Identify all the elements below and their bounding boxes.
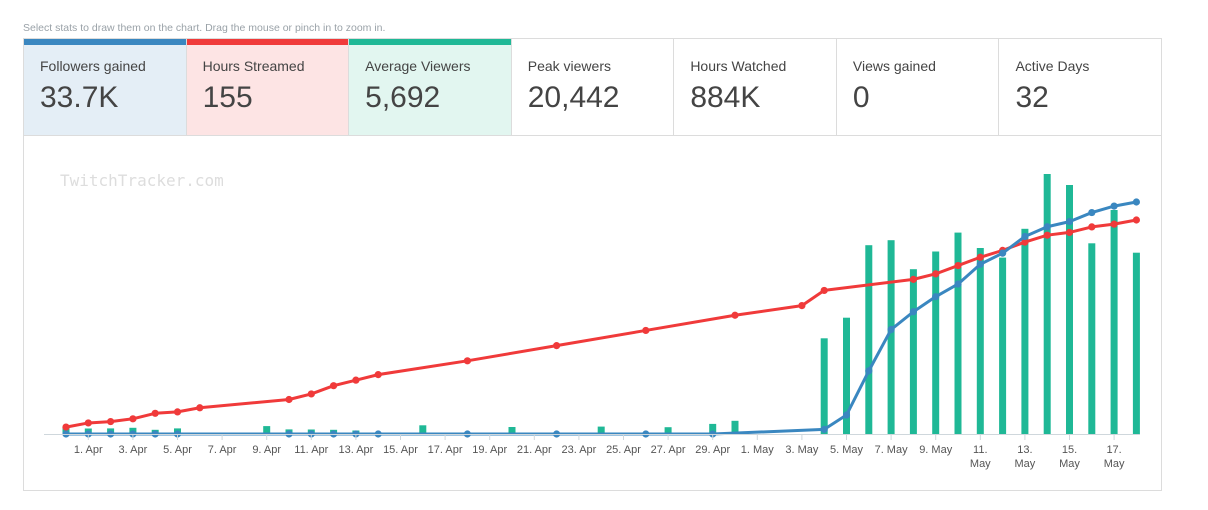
x-tick-label: 9. May bbox=[919, 444, 953, 456]
followers-gained-point bbox=[954, 280, 962, 288]
hours-streamed-point bbox=[129, 415, 137, 423]
x-tick-label: 3. May bbox=[785, 444, 819, 456]
x-tick-label: 7. Apr bbox=[208, 444, 237, 456]
hours-streamed-point bbox=[374, 371, 382, 379]
followers-gained-point bbox=[887, 325, 895, 334]
followers-gained-point bbox=[932, 293, 940, 301]
hours-streamed-line bbox=[65, 218, 1137, 429]
hours-streamed-point bbox=[798, 302, 806, 310]
viewers-bar bbox=[932, 251, 940, 434]
hours-streamed-point bbox=[1065, 228, 1074, 237]
viewers-bar bbox=[999, 257, 1007, 434]
x-tick-label: 13. Apr bbox=[338, 444, 373, 456]
x-tick-label: 1. May bbox=[741, 444, 775, 456]
followers-gained-point bbox=[1021, 232, 1029, 241]
followers-gained-point bbox=[999, 249, 1007, 257]
hours-streamed-point bbox=[463, 357, 471, 365]
hours-streamed-point bbox=[1110, 220, 1118, 228]
followers-gained-point bbox=[1088, 208, 1096, 217]
x-tick-label: 15. May bbox=[1059, 444, 1080, 470]
x-axis-ticks: 1. Apr 3. Apr 5. Apr 7. Apr 9. Apr 11. Apr 13.… bbox=[74, 434, 1125, 470]
hours-streamed-point bbox=[352, 376, 360, 384]
x-tick-label: 11. May bbox=[970, 444, 991, 470]
viewers-bar bbox=[1132, 252, 1140, 434]
followers-gained-point bbox=[976, 260, 984, 268]
hours-streamed-point bbox=[173, 408, 182, 416]
followers-gained-line bbox=[66, 200, 1137, 436]
x-tick-label: 17. May bbox=[1104, 444, 1125, 470]
viewers-bar bbox=[865, 245, 873, 434]
viewers-bar bbox=[976, 248, 984, 434]
x-tick-label: 11. Apr bbox=[294, 444, 328, 456]
hours-streamed-point bbox=[107, 417, 115, 426]
viewers-bar bbox=[1021, 228, 1029, 434]
x-tick-label: 23. Apr bbox=[561, 444, 596, 456]
x-tick-label: 5. May bbox=[830, 444, 864, 456]
hours-streamed-point bbox=[84, 419, 92, 427]
x-tick-label: 13. May bbox=[1015, 444, 1036, 470]
followers-gained-point bbox=[1110, 202, 1118, 210]
hours-streamed-point bbox=[62, 423, 70, 431]
hours-streamed-point bbox=[1043, 231, 1051, 239]
hours-streamed-point bbox=[932, 270, 940, 278]
hours-streamed-point bbox=[731, 311, 739, 319]
followers-gained-point bbox=[909, 308, 918, 316]
x-tick-label: 9. Apr bbox=[252, 444, 281, 456]
viewers-bar bbox=[1043, 174, 1051, 434]
x-tick-label: 21. Apr bbox=[517, 444, 552, 456]
viewers-bar bbox=[1110, 210, 1118, 434]
followers-gained-point bbox=[842, 411, 851, 419]
x-tick-label: 29. Apr bbox=[695, 444, 730, 456]
followers-gained-point bbox=[1065, 218, 1074, 226]
hours-streamed-point bbox=[909, 275, 918, 283]
x-tick-label: 25. Apr bbox=[606, 444, 641, 456]
x-tick-label: 27. Apr bbox=[651, 444, 686, 456]
x-tick-label: 17. Apr bbox=[428, 444, 463, 456]
hours-streamed-point bbox=[553, 342, 561, 350]
viewers-bar bbox=[909, 269, 917, 434]
hours-streamed-point bbox=[285, 395, 293, 404]
followers-gained-point bbox=[1043, 223, 1051, 231]
hours-streamed-point bbox=[1132, 216, 1140, 224]
watermark: TwitchTracker.com bbox=[60, 171, 224, 190]
x-tick-label: 19. Apr bbox=[472, 444, 507, 456]
followers-gained-point bbox=[820, 425, 828, 433]
followers-gained-point bbox=[865, 367, 873, 375]
hours-streamed-point bbox=[151, 409, 159, 417]
x-tick-label: 3. Apr bbox=[119, 444, 148, 456]
x-tick-label: 7. May bbox=[875, 444, 909, 456]
hours-streamed-point bbox=[1088, 223, 1096, 231]
viewers-bar bbox=[1088, 243, 1096, 434]
hours-streamed-point bbox=[642, 326, 650, 335]
hours-streamed-point bbox=[954, 261, 962, 270]
hours-streamed-point bbox=[820, 286, 828, 295]
x-tick-label: 1. Apr bbox=[74, 444, 103, 456]
bars-group bbox=[62, 174, 1140, 434]
followers-gained-point bbox=[1132, 198, 1140, 206]
hours-streamed-point bbox=[307, 390, 315, 398]
x-tick-label: 15. Apr bbox=[383, 444, 418, 456]
hours-streamed-point bbox=[330, 382, 338, 390]
x-tick-label: 5. Apr bbox=[163, 444, 192, 456]
hours-streamed-point bbox=[196, 404, 204, 412]
chart-svg[interactable]: TwitchTracker.com 1. Apr 3. Apr 5. Apr 7. A… bbox=[0, 0, 1208, 510]
hours-streamed-point bbox=[976, 253, 984, 261]
viewers-bar bbox=[820, 338, 828, 434]
